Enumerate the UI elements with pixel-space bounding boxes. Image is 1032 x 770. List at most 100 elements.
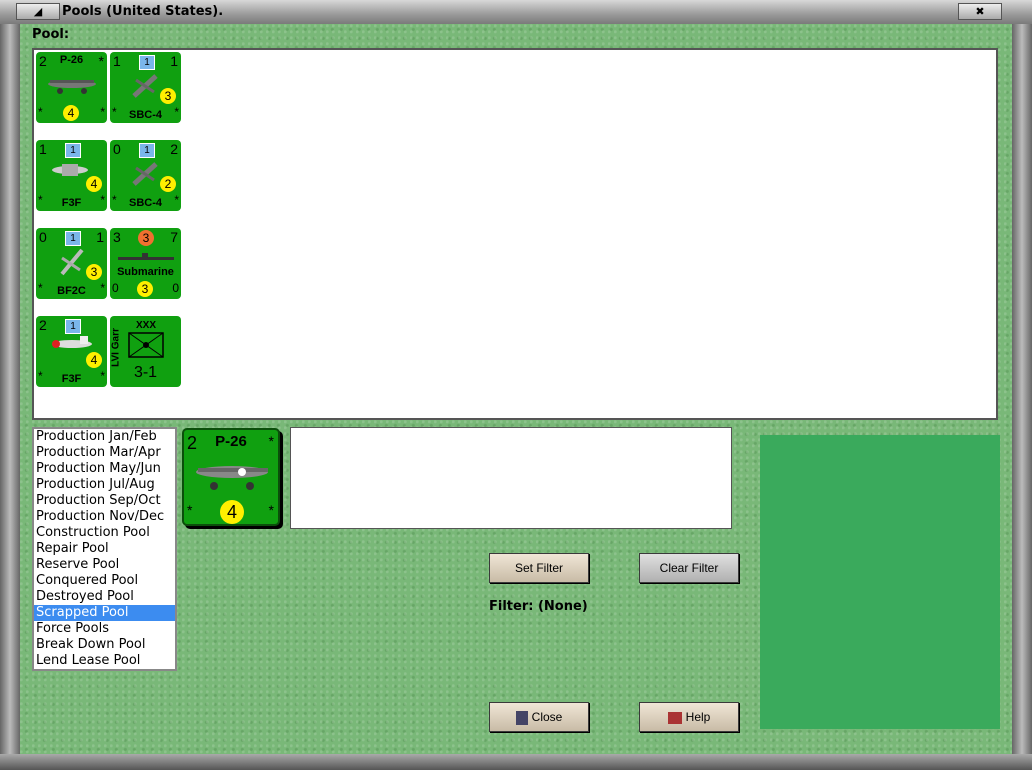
counter-name: BF2C	[57, 285, 86, 297]
counter-top-left: 0	[113, 141, 121, 157]
counter-bottom-right: *	[100, 105, 105, 119]
preview-panel	[760, 435, 1000, 729]
submarine-icon	[118, 253, 174, 260]
door-icon	[515, 710, 528, 725]
counter-square-value: 1	[139, 55, 155, 70]
selected-unit-counter[interactable]: 2 P-26 * 4 * *	[182, 428, 280, 526]
counter-top-right: 2	[170, 141, 178, 157]
counter-top-right: 1	[96, 229, 104, 245]
counter-name: F3F	[61, 373, 82, 385]
counter-bottom-right: *	[268, 502, 274, 518]
counter-bottom-left: *	[187, 502, 193, 518]
counter-top-circle-value: 3	[138, 230, 154, 246]
list-item[interactable]: Destroyed Pool	[34, 589, 175, 605]
list-item[interactable]: Production May/Jun	[34, 461, 175, 477]
counter-circle-value: 4	[86, 352, 102, 368]
close-button-label: Close	[531, 710, 563, 724]
close-button[interactable]: Close	[489, 702, 589, 732]
list-item-selected[interactable]: Scrapped Pool	[34, 605, 175, 621]
counter-top-left: 0	[39, 229, 47, 245]
bottom-border	[0, 754, 1032, 770]
plane-icon	[132, 74, 158, 98]
filter-status: Filter: (None)	[489, 599, 588, 614]
pool-area[interactable]: 2 * P-26 4 * * 1 1 1 3 * SBC-4 * 1 1 4 *…	[32, 48, 998, 420]
list-item[interactable]: Reserve Pool	[34, 557, 175, 573]
unit-counter[interactable]: 0 1 1 3 * BF2C *	[36, 228, 107, 299]
garrison-icon	[128, 332, 164, 358]
counter-name: F3F	[61, 197, 82, 209]
counter-top-left: 3	[113, 229, 121, 245]
set-filter-button[interactable]: Set Filter	[489, 553, 589, 583]
plane-icon	[52, 164, 88, 176]
unit-counter[interactable]: 3 3 7 Submarine 0 3 0	[110, 228, 181, 299]
counter-square-value: 1	[139, 143, 155, 158]
counter-bottom-left: *	[38, 105, 43, 119]
unit-counter[interactable]: 1 1 4 * F3F *	[36, 140, 107, 211]
counter-bottom-right: *	[174, 105, 179, 119]
plane-icon	[132, 162, 158, 186]
counter-square-value: 1	[65, 143, 81, 158]
counter-top-right: 7	[170, 229, 178, 245]
plane-icon	[48, 80, 96, 94]
counter-top-left: 1	[113, 53, 121, 69]
counter-bottom-right: 0	[172, 281, 179, 295]
counter-strength: 3-1	[133, 364, 158, 381]
list-item[interactable]: Force Pools	[34, 621, 175, 637]
list-item[interactable]: Break Down Pool	[34, 637, 175, 653]
list-item[interactable]: Lend Lease Pool	[34, 653, 175, 669]
counter-circle-value: 4	[86, 176, 102, 192]
restore-icon[interactable]: ◢	[16, 3, 60, 20]
counter-name: P-26	[59, 54, 84, 66]
counter-bottom-right: *	[100, 281, 105, 295]
plane-icon	[196, 466, 268, 490]
window-title: Pools (United States).	[62, 4, 224, 19]
title-bar[interactable]: ◢ Pools (United States). ✖	[0, 0, 1032, 25]
counter-top-right: *	[268, 433, 274, 449]
left-border	[0, 24, 20, 754]
counter-square-value: 1	[65, 231, 81, 246]
unit-description	[290, 427, 732, 529]
unit-counter[interactable]: 1 1 1 3 * SBC-4 *	[110, 52, 181, 123]
list-item[interactable]: Repair Pool	[34, 541, 175, 557]
counter-bottom-right: *	[100, 369, 105, 383]
counter-name: SBC-4	[128, 197, 162, 209]
counter-name: SBC-4	[128, 109, 162, 121]
counter-name: Submarine	[117, 266, 174, 278]
pool-label: Pool:	[32, 27, 70, 42]
list-item[interactable]: Production Jul/Aug	[34, 477, 175, 493]
window-frame: ◢ Pools (United States). ✖ Pool: 2 * P-2…	[0, 0, 1032, 770]
unit-counter[interactable]: LVI Garr XXX 3-1	[110, 316, 181, 387]
unit-counter[interactable]: 2 * P-26 4 * *	[36, 52, 107, 123]
list-item[interactable]: Conquered Pool	[34, 573, 175, 589]
pool-list[interactable]: Production Jan/Feb Production Mar/Apr Pr…	[32, 427, 177, 671]
counter-circle-value: 4	[220, 500, 244, 524]
counter-size: XXX	[136, 320, 157, 331]
right-border	[1012, 24, 1032, 754]
plane-icon	[60, 248, 84, 276]
close-icon[interactable]: ✖	[958, 3, 1002, 20]
list-item[interactable]: Production Nov/Dec	[34, 509, 175, 525]
unit-counter[interactable]: 0 1 2 2 * SBC-4 *	[110, 140, 181, 211]
plane-icon	[52, 336, 92, 348]
counter-circle-value: 3	[137, 281, 153, 297]
list-item[interactable]: Construction Pool	[34, 525, 175, 541]
counter-top-right: 1	[170, 53, 178, 69]
help-button[interactable]: Help	[639, 702, 739, 732]
counter-bottom-right: *	[100, 193, 105, 207]
counter-top-left: 2	[39, 317, 47, 333]
book-icon	[667, 711, 682, 724]
counter-top-left: 1	[39, 141, 47, 157]
counter-square-value: 1	[65, 319, 81, 334]
list-item[interactable]: Production Sep/Oct	[34, 493, 175, 509]
clear-filter-button[interactable]: Clear Filter	[639, 553, 739, 583]
counter-circle-value: 2	[160, 176, 176, 192]
help-button-label: Help	[685, 710, 711, 724]
counter-circle-value: 3	[86, 264, 102, 280]
counter-bottom-left: 0	[112, 281, 119, 295]
counter-bottom-right: *	[174, 193, 179, 207]
list-item[interactable]: Production Mar/Apr	[34, 445, 175, 461]
unit-counter[interactable]: 2 1 4 * F3F *	[36, 316, 107, 387]
counter-circle-value: 3	[160, 88, 176, 104]
list-item[interactable]: Production Jan/Feb	[34, 429, 175, 445]
client-area: Pool: 2 * P-26 4 * * 1 1 1 3 * SBC-4 * 1…	[20, 24, 1012, 754]
